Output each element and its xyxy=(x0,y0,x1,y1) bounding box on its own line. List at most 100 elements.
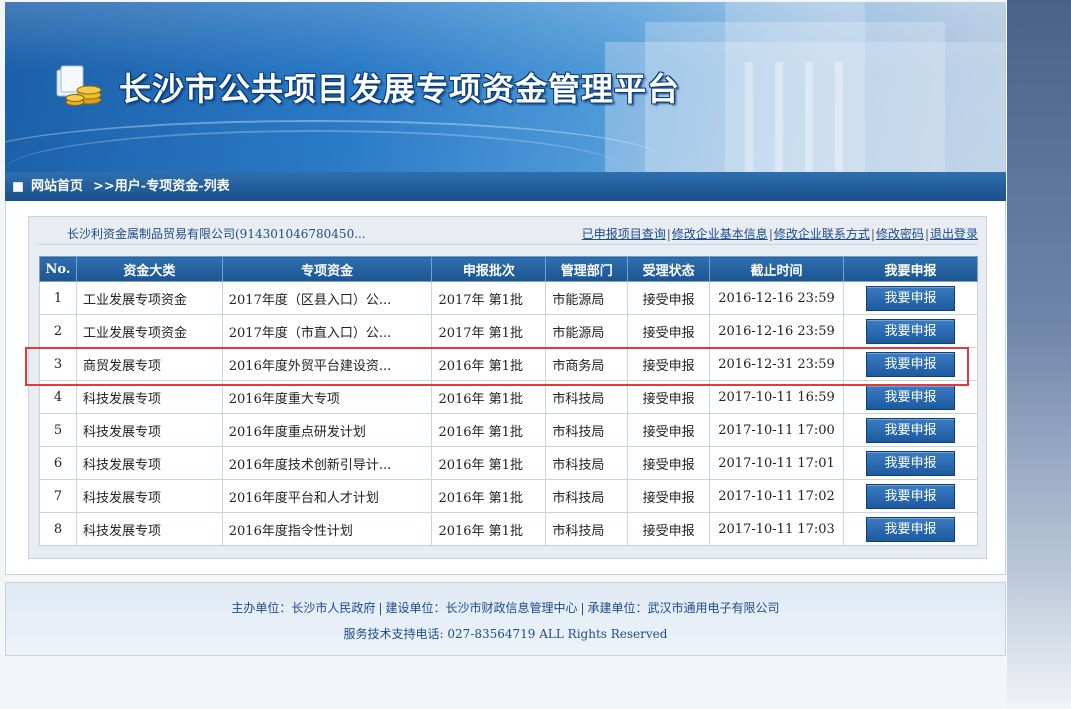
cell-status: 接受申报 xyxy=(627,446,711,480)
company-name: 长沙利资金属制品贸易有限公司(914301046780450... xyxy=(67,227,366,241)
cell-no: 5 xyxy=(39,413,77,447)
apply-button[interactable]: 我要申报 xyxy=(865,384,955,410)
cell-status: 接受申报 xyxy=(627,281,711,315)
cell-deadline: 2017-10-11 17:02 xyxy=(709,479,844,513)
cell-action: 我要申报 xyxy=(842,512,979,546)
nav-bar: 网站首页 >>用户-专项资金-列表 xyxy=(5,172,1006,201)
cell-deadline: 2017-10-11 16:59 xyxy=(709,380,844,414)
footer-support: 服务技术支持电话: 027-83564719 ALL Rights Reserv… xyxy=(343,627,668,641)
table-row: 3 商贸发展专项 2016年度外贸平台建设资... 2016年 第1批 市商务局… xyxy=(39,347,979,381)
footer: 主办单位：长沙市人民政府 | 建设单位：长沙市财政信息管理中心 | 承建单位：武汉市通用… xyxy=(5,582,1006,656)
banner-column xyxy=(835,62,843,172)
cell-category: 商贸发展专项 xyxy=(75,347,223,381)
link-edit-contact[interactable]: 修改企业联系方式 xyxy=(774,227,870,241)
cell-no: 6 xyxy=(39,446,77,480)
cell-batch: 2016年 第1批 xyxy=(431,512,547,546)
apply-button[interactable]: 我要申报 xyxy=(865,417,955,443)
header-banner: 长沙市公共项目发展专项资金管理平台 xyxy=(5,2,1006,172)
link-edit-company-info[interactable]: 修改企业基本信息 xyxy=(672,227,768,241)
account-links: 已申报项目查询|修改企业基本信息|修改企业联系方式|修改密码|退出登录 xyxy=(581,227,978,241)
content-area: 长沙利资金属制品贸易有限公司(914301046780450... 已申报项目查… xyxy=(5,201,1006,575)
square-bullet-icon xyxy=(13,181,23,192)
cell-deadline: 2017-10-11 17:01 xyxy=(709,446,844,480)
apply-button[interactable]: 我要申报 xyxy=(865,351,955,377)
col-header-dept: 管理部门 xyxy=(545,256,629,282)
banner-column xyxy=(745,62,753,172)
col-header-fund: 专项资金 xyxy=(221,256,433,282)
cell-category: 工业发展专项资金 xyxy=(75,314,223,348)
cell-dept: 市能源局 xyxy=(545,281,629,315)
col-header-status: 受理状态 xyxy=(627,256,711,282)
footer-sponsor: 主办单位：长沙市人民政府 xyxy=(231,601,376,615)
link-logout[interactable]: 退出登录 xyxy=(930,227,978,241)
fund-table: No. 资金大类 专项资金 申报批次 管理部门 受理状态 截止时间 我要申报 1… xyxy=(39,256,979,546)
cell-no: 8 xyxy=(39,512,77,546)
apply-button[interactable]: 我要申报 xyxy=(865,516,955,542)
col-header-category: 资金大类 xyxy=(75,256,223,282)
cell-no: 2 xyxy=(39,314,77,348)
banner-column xyxy=(775,62,783,172)
table-row: 2 工业发展专项资金 2017年度（市直入口）公... 2017年 第1批 市能… xyxy=(39,314,979,348)
cell-no: 7 xyxy=(39,479,77,513)
apply-button[interactable]: 我要申报 xyxy=(865,285,955,311)
cell-dept: 市科技局 xyxy=(545,380,629,414)
cell-deadline: 2017-10-11 17:03 xyxy=(709,512,844,546)
cell-no: 4 xyxy=(39,380,77,414)
col-header-no: No. xyxy=(39,256,77,282)
cell-action: 我要申报 xyxy=(842,314,979,348)
side-strip xyxy=(1007,0,1071,709)
apply-button[interactable]: 我要申报 xyxy=(865,483,955,509)
cell-dept: 市能源局 xyxy=(545,314,629,348)
cell-fund: 2016年度重大专项 xyxy=(221,380,433,414)
cell-dept: 市科技局 xyxy=(545,446,629,480)
cell-fund: 2016年度指令性计划 xyxy=(221,512,433,546)
table-row: 4 科技发展专项 2016年度重大专项 2016年 第1批 市科技局 接受申报 … xyxy=(39,380,979,414)
table-header-row: No. 资金大类 专项资金 申报批次 管理部门 受理状态 截止时间 我要申报 xyxy=(39,256,979,282)
cell-no: 1 xyxy=(39,281,77,315)
footer-builder: 建设单位：长沙市财政信息管理中心 xyxy=(385,601,578,615)
cell-action: 我要申报 xyxy=(842,479,979,513)
cell-action: 我要申报 xyxy=(842,281,979,315)
cell-status: 接受申报 xyxy=(627,347,711,381)
nav-home-link[interactable]: 网站首页 xyxy=(31,172,83,201)
cell-no: 3 xyxy=(39,347,77,381)
cell-status: 接受申报 xyxy=(627,413,711,447)
cell-dept: 市科技局 xyxy=(545,512,629,546)
site-title: 长沙市公共项目发展专项资金管理平台 xyxy=(119,70,681,108)
cell-deadline: 2016-12-16 23:59 xyxy=(709,281,844,315)
cell-status: 接受申报 xyxy=(627,479,711,513)
cell-status: 接受申报 xyxy=(627,314,711,348)
cell-category: 工业发展专项资金 xyxy=(75,281,223,315)
cell-deadline: 2017-10-11 17:00 xyxy=(709,413,844,447)
coins-logo-icon xyxy=(56,65,102,106)
link-change-password[interactable]: 修改密码 xyxy=(876,227,924,241)
cell-dept: 市科技局 xyxy=(545,413,629,447)
cell-fund: 2016年度平台和人才计划 xyxy=(221,479,433,513)
cell-batch: 2017年 第1批 xyxy=(431,314,547,348)
cell-category: 科技发展专项 xyxy=(75,512,223,546)
cell-category: 科技发展专项 xyxy=(75,446,223,480)
fund-list-panel: 长沙利资金属制品贸易有限公司(914301046780450... 已申报项目查… xyxy=(28,216,987,559)
cell-fund: 2017年度（区县入口）公... xyxy=(221,281,433,315)
cell-category: 科技发展专项 xyxy=(75,479,223,513)
cell-action: 我要申报 xyxy=(842,380,979,414)
cell-batch: 2016年 第1批 xyxy=(431,347,547,381)
apply-button[interactable]: 我要申报 xyxy=(865,450,955,476)
cell-dept: 市商务局 xyxy=(545,347,629,381)
cell-fund: 2016年度重点研发计划 xyxy=(221,413,433,447)
cell-batch: 2017年 第1批 xyxy=(431,281,547,315)
info-bar: 长沙利资金属制品贸易有限公司(914301046780450... 已申报项目查… xyxy=(37,223,978,245)
link-declared-projects[interactable]: 已申报项目查询 xyxy=(582,227,666,241)
table-row: 7 科技发展专项 2016年度平台和人才计划 2016年 第1批 市科技局 接受… xyxy=(39,479,979,513)
cell-status: 接受申报 xyxy=(627,512,711,546)
cell-action: 我要申报 xyxy=(842,446,979,480)
banner-column xyxy=(805,62,813,172)
footer-line-1: 主办单位：长沙市人民政府 | 建设单位：长沙市财政信息管理中心 | 承建单位：武汉市通用… xyxy=(231,601,780,615)
cell-deadline: 2016-12-16 23:59 xyxy=(709,314,844,348)
apply-button[interactable]: 我要申报 xyxy=(865,318,955,344)
cell-batch: 2016年 第1批 xyxy=(431,446,547,480)
table-row: 5 科技发展专项 2016年度重点研发计划 2016年 第1批 市科技局 接受申… xyxy=(39,413,979,447)
table-row: 6 科技发展专项 2016年度技术创新引导计... 2016年 第1批 市科技局… xyxy=(39,446,979,480)
cell-action: 我要申报 xyxy=(842,347,979,381)
cell-batch: 2016年 第1批 xyxy=(431,413,547,447)
